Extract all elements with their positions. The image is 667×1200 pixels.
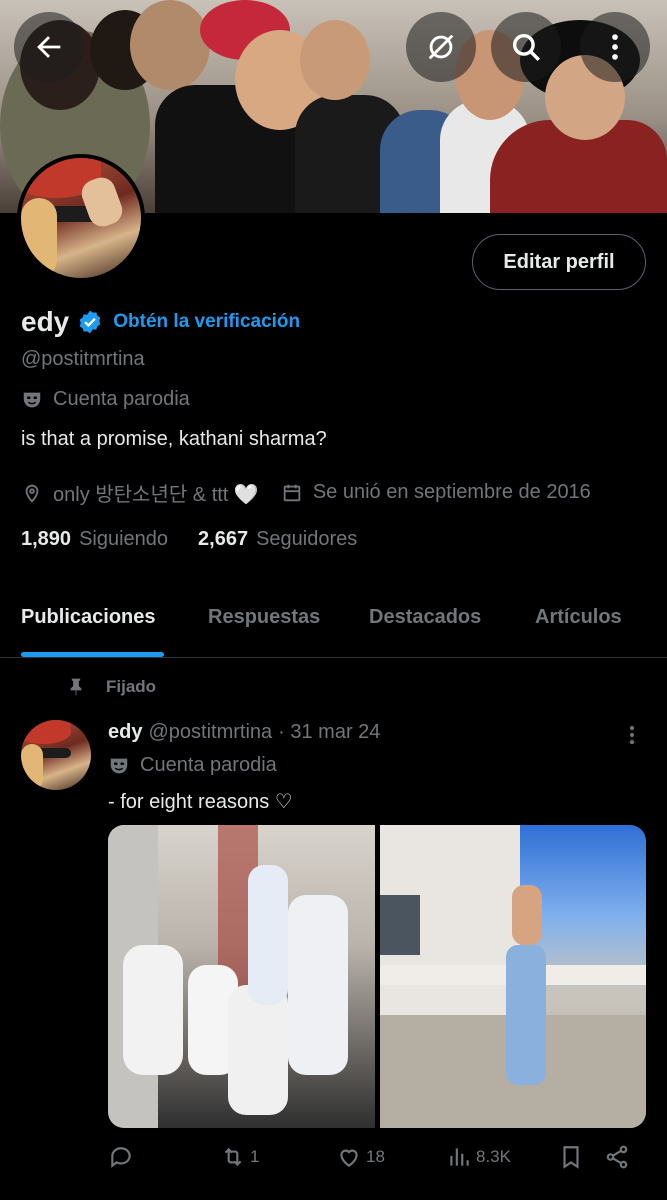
like-count: 18 [366, 1147, 385, 1166]
following-count[interactable]: 1,890 [21, 528, 71, 551]
parody-label: Cuenta parodia [53, 388, 190, 410]
post-avatar[interactable] [21, 720, 91, 790]
bookmark-button[interactable] [558, 1144, 584, 1170]
parody-label-row: Cuenta parodia [21, 388, 190, 411]
post-text: - for eight reasons ♡ [108, 791, 293, 813]
search-icon [512, 33, 540, 61]
pin-icon [70, 678, 82, 696]
post-author-handle[interactable]: @postitmrtina [148, 721, 272, 744]
eye-slash-icon [428, 34, 454, 60]
hide-button[interactable] [406, 12, 476, 82]
calendar-icon [283, 484, 301, 501]
views-chart-icon [450, 1148, 469, 1166]
pinned-label: Fijado [106, 677, 157, 696]
active-tab-indicator [21, 652, 164, 657]
post-author-name[interactable]: edy [108, 721, 142, 744]
tab-articulos[interactable]: Artículos [535, 606, 622, 629]
post-parody-row: Cuenta parodia [108, 754, 277, 777]
repost-icon [224, 1147, 242, 1167]
follow-stats: 1,890 Siguiendo 2,667 Seguidores [21, 528, 387, 551]
joined-text: Se unió en septiembre de 2016 [312, 481, 591, 503]
like-button[interactable]: 18 [336, 1144, 385, 1170]
pinned-indicator: Fijado [66, 676, 156, 698]
edit-profile-button[interactable]: Editar perfil [472, 234, 646, 290]
joined-item: Se unió en septiembre de 2016 [281, 481, 591, 504]
post-more-icon[interactable] [620, 722, 644, 748]
profile-tabs: Publicaciones Respuestas Destacados Artí… [0, 590, 667, 658]
post-actions: 1 18 8.3K [108, 1144, 638, 1174]
arrow-left-icon [37, 36, 61, 58]
profile-avatar[interactable] [17, 154, 145, 282]
avatar-image [21, 158, 141, 278]
views-button[interactable]: 8.3K [446, 1144, 511, 1170]
reply-button[interactable] [108, 1144, 134, 1170]
search-button[interactable] [491, 12, 561, 82]
views-count: 8.3K [476, 1147, 511, 1166]
heart-icon [340, 1149, 358, 1167]
profile-meta: only 방탄소년단 & ttt 🤍 Se unió en septiembre… [21, 478, 613, 507]
more-vertical-icon [612, 34, 618, 60]
post-parody-label: Cuenta parodia [140, 754, 277, 776]
repost-button[interactable]: 1 [220, 1144, 259, 1170]
post-date[interactable]: · 31 mar 24 [278, 721, 380, 744]
tab-destacados[interactable]: Destacados [369, 606, 481, 629]
location-pin-icon [25, 484, 39, 503]
post-media [108, 825, 646, 1128]
tab-publicaciones[interactable]: Publicaciones [21, 606, 156, 629]
tab-respuestas[interactable]: Respuestas [208, 606, 320, 629]
following-label[interactable]: Siguiendo [79, 528, 168, 551]
post-image-street-photo[interactable] [379, 825, 646, 1128]
repost-count: 1 [250, 1147, 260, 1166]
name-row: edy Obtén la verificación [21, 306, 300, 338]
reply-icon [111, 1147, 131, 1168]
profile-handle: @postitmrtina [21, 348, 145, 370]
bookmark-icon [563, 1146, 579, 1169]
location-text: only 방탄소년단 & ttt 🤍 [53, 484, 259, 506]
post-image-group-photo[interactable] [108, 825, 375, 1128]
back-button[interactable] [14, 12, 84, 82]
verified-badge-icon [79, 310, 101, 334]
post-header: edy @postitmrtina · 31 mar 24 [108, 721, 380, 744]
theater-mask-icon [23, 392, 41, 407]
share-icon [606, 1145, 628, 1169]
theater-mask-icon [110, 758, 128, 773]
share-button[interactable] [604, 1144, 630, 1170]
followers-label[interactable]: Seguidores [256, 528, 357, 551]
get-verified-link[interactable]: Obtén la verificación [113, 311, 300, 333]
more-button[interactable] [580, 12, 650, 82]
profile-bio: is that a promise, kathani sharma? [21, 428, 327, 450]
display-name: edy [21, 306, 70, 337]
followers-count[interactable]: 2,667 [198, 528, 248, 551]
location-item: only 방탄소년단 & ttt 🤍 [21, 478, 259, 507]
